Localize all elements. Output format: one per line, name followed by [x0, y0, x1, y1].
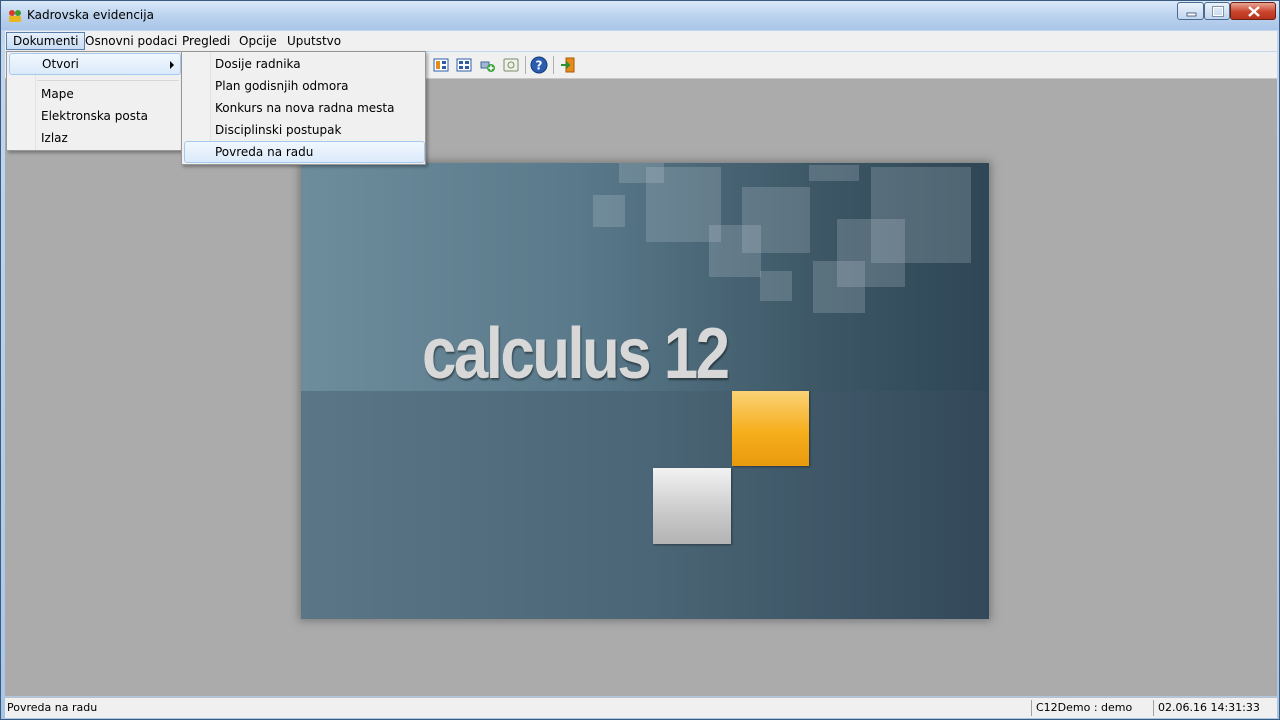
mdi-client-area: calculus 12 [5, 79, 1277, 696]
logo-gray-square [653, 468, 731, 544]
decor-square [709, 225, 761, 277]
toolbar-separator [525, 56, 526, 74]
toolbar-separator [553, 56, 554, 74]
menu-osnovni-podaci[interactable]: Osnovni podaci [79, 32, 183, 50]
menu-opcije[interactable]: Opcije [233, 32, 283, 50]
menu-item-mape[interactable]: Mape [9, 83, 181, 105]
cards-icon [433, 58, 449, 72]
toolbar-cards-button[interactable] [431, 55, 451, 75]
exit-icon [561, 57, 575, 73]
submenu-item-dosije-radnika[interactable]: Dosije radnika [184, 53, 425, 75]
menu-separator [37, 80, 179, 81]
menu-pregledi[interactable]: Pregledi [176, 32, 236, 50]
toolbar-help-button[interactable]: ? [529, 55, 549, 75]
logo-orange-square [732, 391, 809, 466]
status-message: Povreda na radu [7, 701, 98, 714]
submenu-item-konkurs[interactable]: Konkurs na nova radna mesta [184, 97, 425, 119]
status-bar: Povreda na radu C12Demo : demo 02.06.16 … [5, 697, 1277, 718]
toolbar-image-button[interactable] [501, 55, 521, 75]
menu-bar: Dokumenti Osnovni podaci Pregledi Opcije… [5, 31, 1277, 51]
close-icon [1248, 6, 1260, 17]
menu-uputstvo[interactable]: Uputstvo [281, 32, 347, 50]
decor-square [593, 195, 625, 227]
decor-square [809, 165, 859, 181]
submenu-item-plan-godisnjih-odmora[interactable]: Plan godisnjih odmora [184, 75, 425, 97]
dokumenti-menu: Otvori Mape Elektronska posta Izlaz [6, 51, 182, 151]
grid-icon [456, 58, 472, 72]
status-user: C12Demo : demo [1031, 700, 1151, 716]
submenu-item-povreda-na-radu[interactable]: Povreda na radu [184, 141, 425, 163]
splash-logo-text: calculus 12 [422, 314, 730, 394]
minimize-button[interactable] [1177, 2, 1204, 20]
toolbar-add-button[interactable] [478, 55, 498, 75]
menu-dokumenti[interactable]: Dokumenti [6, 32, 86, 50]
menu-item-izlaz[interactable]: Izlaz [9, 127, 181, 149]
splash-image: calculus 12 [301, 163, 989, 619]
splash-lower-band [301, 391, 989, 619]
maximize-icon [1212, 6, 1224, 17]
submenu-item-disciplinski-postupak[interactable]: Disciplinski postupak [184, 119, 425, 141]
menu-item-label: Otvori [42, 57, 79, 71]
menu-item-otvori[interactable]: Otvori [9, 53, 181, 75]
toolbar-grid-button[interactable] [454, 55, 474, 75]
image-icon [503, 58, 519, 72]
close-button[interactable] [1230, 2, 1276, 20]
app-icon [7, 8, 23, 24]
help-icon: ? [530, 56, 548, 74]
decor-square [760, 271, 792, 301]
maximize-button[interactable] [1204, 2, 1230, 20]
submenu-arrow-icon [170, 61, 174, 69]
menu-item-elektronska-posta[interactable]: Elektronska posta [9, 105, 181, 127]
app-window: Kadrovska evidencija Dokumenti Osnovni p… [0, 0, 1280, 720]
decor-square [837, 219, 905, 287]
otvori-submenu: Dosije radnika Plan godisnjih odmora Kon… [181, 51, 426, 165]
window-title: Kadrovska evidencija [27, 8, 154, 22]
add-record-icon [480, 61, 495, 72]
status-datetime: 02.06.16 14:31:33 [1153, 700, 1277, 716]
minimize-icon [1186, 12, 1197, 17]
svg-text:?: ? [536, 59, 543, 73]
toolbar-exit-button[interactable] [558, 55, 578, 75]
title-bar[interactable]: Kadrovska evidencija [1, 1, 1279, 30]
